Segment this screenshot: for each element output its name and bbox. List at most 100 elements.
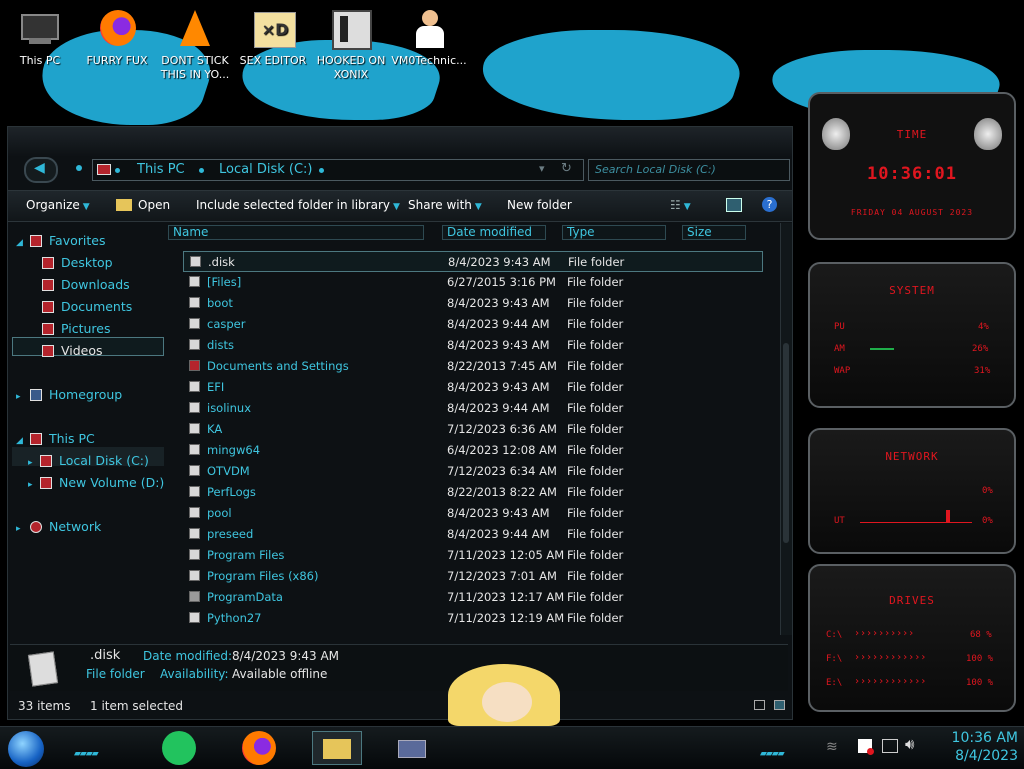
desktop-icon-dont-stick[interactable]: DONT STICK THIS IN YO... bbox=[155, 8, 235, 82]
address-dropdown-icon[interactable]: ▾ bbox=[539, 162, 545, 175]
open-button[interactable]: Open bbox=[116, 198, 170, 212]
desktop-icon bbox=[42, 257, 54, 269]
file-row[interactable]: boot 8/4/2023 9:43 AM File folder bbox=[183, 293, 763, 314]
show-hidden-icons-icon[interactable]: ≋ bbox=[826, 739, 838, 755]
spotify-icon[interactable] bbox=[162, 731, 196, 765]
file-explorer-taskbar-button[interactable] bbox=[312, 731, 362, 765]
expand-arrow-icon[interactable]: ▸ bbox=[16, 524, 21, 534]
star-icon bbox=[30, 235, 42, 247]
file-row[interactable]: mingw64 6/4/2023 12:08 AM File folder bbox=[183, 440, 763, 461]
column-header-size[interactable]: Size bbox=[682, 225, 746, 240]
taskbar-decor: ▰▰▰▰ bbox=[74, 749, 99, 759]
new-folder-button[interactable]: New folder bbox=[507, 198, 572, 212]
cpu-value: 4% bbox=[978, 322, 989, 332]
downloads-icon bbox=[42, 279, 54, 291]
nav-local-disk[interactable]: Local Disk (C:) bbox=[40, 453, 149, 468]
nav-homegroup[interactable]: Homegroup bbox=[30, 387, 122, 402]
control-panel-taskbar-button[interactable] bbox=[388, 731, 438, 765]
nav-network[interactable]: Network bbox=[30, 519, 101, 534]
expand-arrow-icon[interactable]: ▸ bbox=[28, 458, 33, 468]
expand-arrow-icon[interactable]: ◢ bbox=[16, 436, 23, 446]
file-row[interactable]: EFI 8/4/2023 9:43 AM File folder bbox=[183, 377, 763, 398]
desktop-icon-vm0technic[interactable]: VM0Technic... bbox=[389, 8, 469, 68]
preview-pane-icon[interactable] bbox=[726, 198, 742, 212]
desktop-icon-furry-fux[interactable]: FURRY FUX bbox=[77, 8, 157, 68]
details-view-icon[interactable] bbox=[754, 700, 765, 710]
file-row[interactable]: Documents and Settings 8/22/2013 7:45 AM F… bbox=[183, 356, 763, 377]
nav-videos[interactable]: Videos bbox=[42, 343, 103, 358]
file-date: 8/4/2023 9:44 AM bbox=[447, 401, 550, 415]
file-row[interactable]: Python27 7/11/2023 12:19 AM File folder bbox=[183, 608, 763, 629]
navigation-pane: ◢ Favorites Desktop Downloads Documents … bbox=[10, 223, 166, 641]
desktop-icon-sex-editor[interactable]: ×D SEX EDITOR bbox=[233, 8, 313, 68]
expand-arrow-icon[interactable]: ◢ bbox=[16, 238, 23, 248]
breadcrumb-local-disk[interactable]: Local Disk (C:) bbox=[219, 162, 312, 177]
file-row[interactable]: Program Files 7/11/2023 12:05 AM File fold… bbox=[183, 545, 763, 566]
explorer-window: ◀ This PC Local Disk (C:) ▾ ↻ Search Loc… bbox=[7, 126, 793, 720]
file-row[interactable]: casper 8/4/2023 9:44 AM File folder bbox=[183, 314, 763, 335]
start-button[interactable] bbox=[8, 731, 44, 767]
organize-button[interactable]: Organize ▼ bbox=[26, 198, 90, 212]
firefox-icon[interactable] bbox=[242, 731, 276, 765]
back-button[interactable]: ◀ bbox=[24, 157, 58, 183]
nav-new-volume[interactable]: New Volume (D:) bbox=[40, 475, 164, 490]
nav-this-pc[interactable]: This PC bbox=[30, 431, 95, 446]
nav-documents[interactable]: Documents bbox=[42, 299, 132, 314]
breadcrumb-this-pc[interactable]: This PC bbox=[137, 162, 185, 177]
nav-desktop[interactable]: Desktop bbox=[42, 255, 113, 270]
file-row[interactable]: KA 7/12/2023 6:36 AM File folder bbox=[183, 419, 763, 440]
refresh-icon[interactable]: ↻ bbox=[561, 161, 572, 176]
volume-icon[interactable]: 🔊︎ bbox=[905, 735, 914, 753]
file-row[interactable]: PerfLogs 8/22/2013 8:22 AM File folder bbox=[183, 482, 763, 503]
file-name: isolinux bbox=[207, 401, 251, 415]
folder-icon bbox=[189, 465, 200, 476]
file-name: [Files] bbox=[207, 275, 242, 289]
nav-pictures[interactable]: Pictures bbox=[42, 321, 111, 336]
column-header-date[interactable]: Date modified bbox=[442, 225, 546, 240]
file-row[interactable]: preseed 8/4/2023 9:44 AM File folder bbox=[183, 524, 763, 545]
file-name: ProgramData bbox=[207, 590, 283, 604]
search-placeholder: Search Local Disk (C:) bbox=[595, 163, 716, 176]
file-row[interactable]: Program Files (x86) 7/12/2023 7:01 AM File… bbox=[183, 566, 763, 587]
column-header-type[interactable]: Type bbox=[562, 225, 666, 240]
view-options-icon[interactable]: ☷ ▼ bbox=[670, 198, 691, 212]
file-row[interactable]: dists 8/4/2023 9:43 AM File folder bbox=[183, 335, 763, 356]
system-title: SYSTEM bbox=[889, 284, 935, 297]
file-name: .disk bbox=[208, 255, 235, 269]
file-type: File folder bbox=[567, 338, 624, 352]
include-in-library-button[interactable]: Include selected folder in library ▼ bbox=[196, 198, 400, 212]
file-row[interactable]: pool 8/4/2023 9:43 AM File folder bbox=[183, 503, 763, 524]
expand-arrow-icon[interactable]: ▸ bbox=[28, 480, 33, 490]
desktop-icon-this-pc[interactable]: This PC bbox=[0, 8, 80, 68]
help-icon[interactable]: ? bbox=[762, 197, 777, 212]
nav-favorites[interactable]: Favorites bbox=[30, 233, 105, 248]
search-input[interactable]: Search Local Disk (C:) bbox=[588, 159, 790, 181]
file-row[interactable]: isolinux 8/4/2023 9:44 AM File folder bbox=[183, 398, 763, 419]
scrollbar-thumb[interactable] bbox=[783, 343, 789, 543]
action-center-flag-icon[interactable] bbox=[858, 739, 874, 755]
details-date-label: Date modified: bbox=[143, 649, 233, 663]
taskbar-clock[interactable]: 10:36 AM 8/4/2023 bbox=[952, 729, 1018, 765]
chevron-down-icon: ▼ bbox=[82, 202, 90, 212]
file-row[interactable]: ProgramData 7/11/2023 12:17 AM File folder bbox=[183, 587, 763, 608]
column-header-name[interactable]: Name bbox=[168, 225, 424, 240]
file-row[interactable]: OTVDM 7/12/2023 6:34 AM File folder bbox=[183, 461, 763, 482]
file-row[interactable]: [Files] 6/27/2015 3:16 PM File folder bbox=[183, 272, 763, 293]
file-name: OTVDM bbox=[207, 464, 250, 478]
vertical-scrollbar[interactable] bbox=[780, 223, 792, 635]
file-date: 8/4/2023 9:44 AM bbox=[447, 317, 550, 331]
drive-f-value: 100 % bbox=[966, 654, 994, 664]
nav-downloads[interactable]: Downloads bbox=[42, 277, 130, 292]
desktop-icon-hooked-on-xonix[interactable]: HOOKED ON XONIX bbox=[311, 8, 391, 82]
large-icons-view-icon[interactable] bbox=[774, 700, 785, 710]
address-bar[interactable]: This PC Local Disk (C:) ▾ ↻ bbox=[92, 159, 584, 181]
chevron-down-icon: ▼ bbox=[474, 202, 482, 212]
file-name: KA bbox=[207, 422, 223, 436]
breadcrumb-separator-icon bbox=[115, 168, 120, 173]
share-with-button[interactable]: Share with ▼ bbox=[408, 198, 482, 212]
network-tray-icon[interactable] bbox=[882, 739, 898, 753]
forward-button[interactable] bbox=[76, 165, 82, 171]
expand-arrow-icon[interactable]: ▸ bbox=[16, 392, 21, 402]
file-row[interactable]: .disk 8/4/2023 9:43 AM File folder bbox=[183, 251, 763, 272]
folder-icon bbox=[189, 318, 200, 329]
